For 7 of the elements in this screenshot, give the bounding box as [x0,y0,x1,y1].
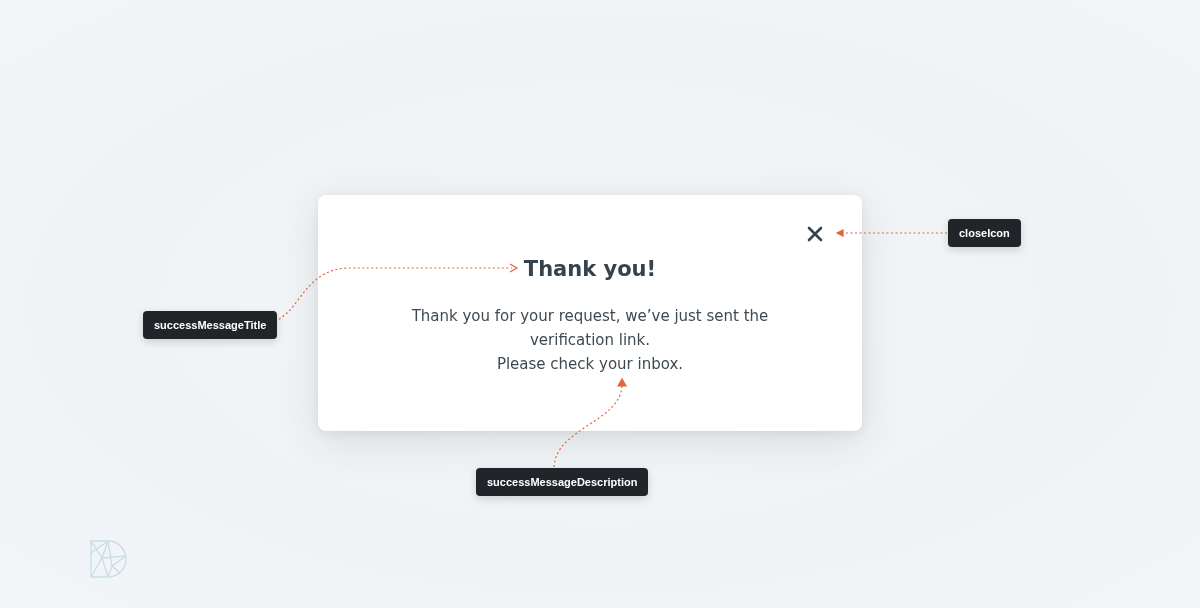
dialog-message: Thank you for your request, we’ve just sent the verification link. Please check your inbox. [410,306,770,375]
close-button[interactable] [807,226,823,242]
dialog-title: Thank you! [523,256,657,283]
annotation-label: closeIcon [948,219,1021,247]
annotation-label: successMessageTitle [143,311,278,339]
annotation-label: successMessageDescription [476,468,649,496]
logo-icon [90,540,128,578]
